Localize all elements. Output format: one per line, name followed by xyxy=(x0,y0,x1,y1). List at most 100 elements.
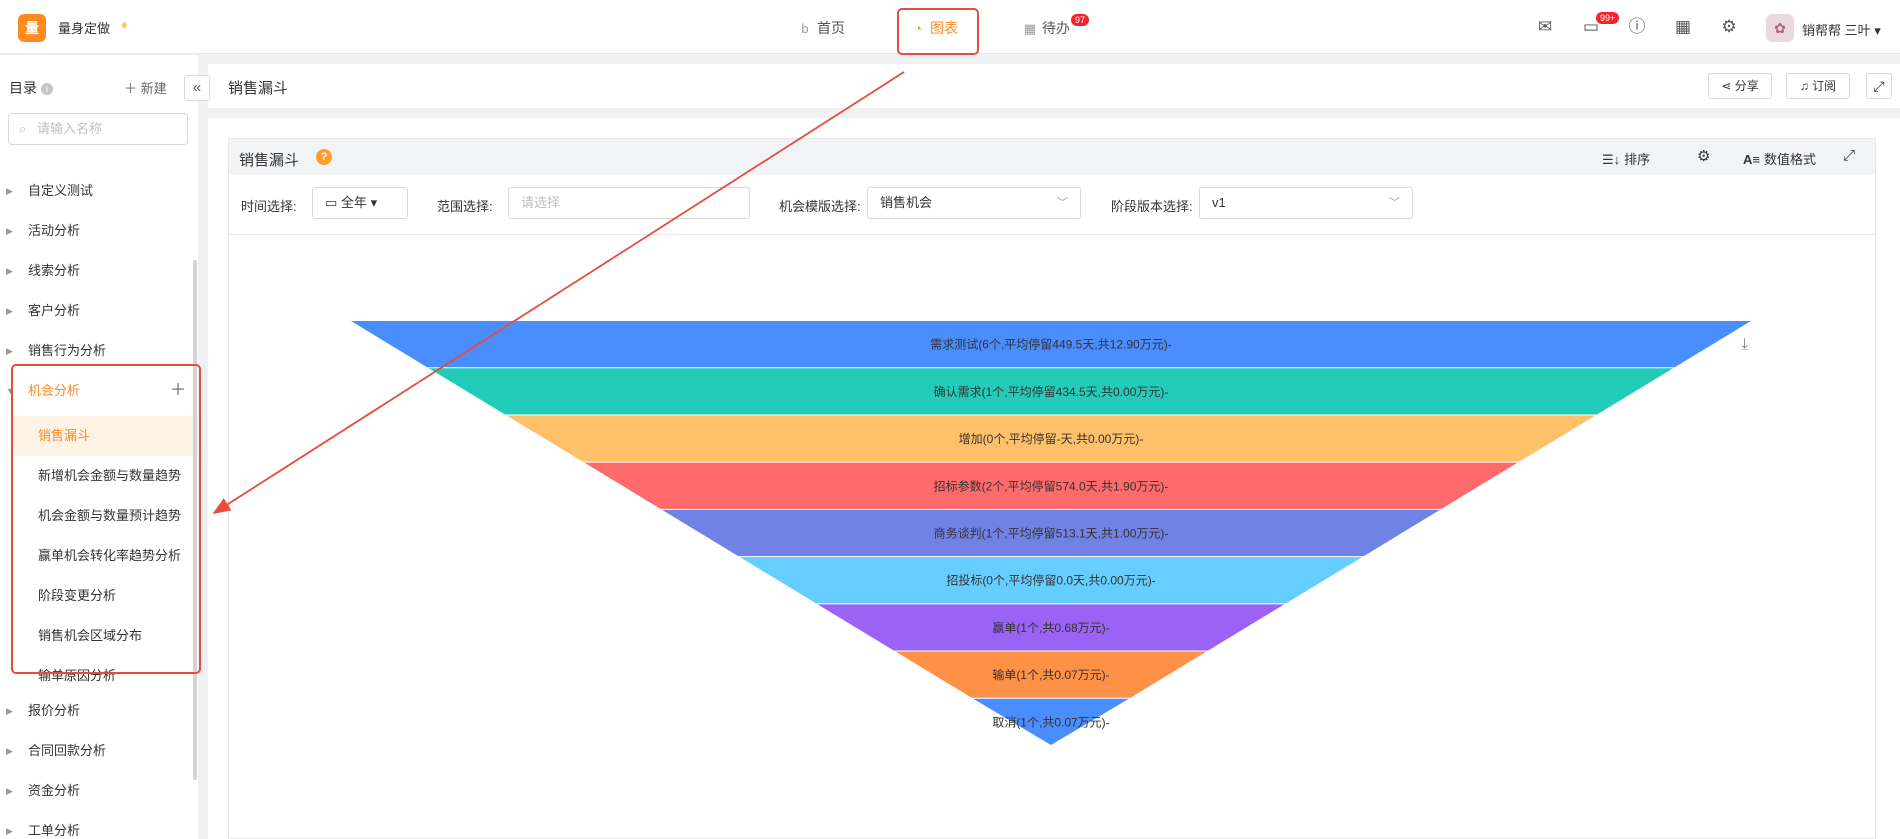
card-title: 销售漏斗 xyxy=(239,152,300,169)
caret-right-icon: ▶ xyxy=(6,746,13,756)
sidebar-item-leads[interactable]: ▶ 线索分析 xyxy=(0,257,196,285)
chart-card: 销售漏斗 ? ☰↓ 排序 ⚙ A≡ 数值格式 ⤢ 时间选择: ▭ 全年 ▾ 范围选择… xyxy=(228,138,1876,839)
sidebar-item-funds[interactable]: ▶ 资金分析 xyxy=(0,777,196,805)
stage-version-select[interactable]: v1 ﹀ xyxy=(1199,187,1413,219)
time-select[interactable]: ▭ 全年 ▾ xyxy=(312,187,408,219)
sidebar: 目录 i ＋ 新建 ⌕ 请输入名称 ▶ 自定义测试 ▶ 活动分析 ▶ 线索分析 ▶ 客户分析… xyxy=(0,55,198,839)
funnel-chart-area: 需求测试(6个,平均停留449.5天,共12.90万元)- 确认需求(1个,平均停… xyxy=(229,236,1875,839)
funnel-stage-label: 赢单(1个,共0.68万元)- xyxy=(992,620,1109,635)
new-button[interactable]: ＋ 新建 xyxy=(124,78,167,97)
highlight-box-chart xyxy=(897,8,979,55)
page-title: 销售漏斗 xyxy=(228,80,289,97)
sidebar-scrollbar[interactable] xyxy=(193,260,197,780)
stage-filter-label: 阶段版本选择: xyxy=(1111,199,1193,214)
sidebar-item-customers[interactable]: ▶ 客户分析 xyxy=(0,297,196,325)
user-avatar[interactable]: ✿ xyxy=(1766,14,1794,42)
chevron-down-icon: ▾ xyxy=(370,195,378,210)
search-input[interactable]: ⌕ 请输入名称 xyxy=(8,113,188,145)
caret-right-icon: ▶ xyxy=(6,826,13,836)
share-icon: ⋖ xyxy=(1721,79,1732,93)
diamond-icon: ♦ xyxy=(121,17,128,32)
catalog-title: 目录 i xyxy=(9,78,53,98)
sidebar-subitem[interactable]: 输单原因分析 xyxy=(12,656,198,696)
settings-gear-icon[interactable]: ⚙ xyxy=(1718,16,1740,38)
sidebar-subitem[interactable]: 销售机会区域分布 xyxy=(12,616,198,656)
sidebar-item-activity[interactable]: ▶ 活动分析 xyxy=(0,217,196,245)
sort-button[interactable]: ☰↓ 排序 xyxy=(1602,149,1650,168)
funnel-chart: 需求测试(6个,平均停留449.5天,共12.90万元)- 确认需求(1个,平均停… xyxy=(351,321,1751,745)
sidebar-item-custom-test[interactable]: ▶ 自定义测试 xyxy=(0,177,196,205)
caret-right-icon: ▶ xyxy=(6,226,13,236)
app-logo[interactable]: 量 xyxy=(18,14,46,42)
top-bar: 量 量身定做 ♦ b 首页 ◔ 图表 ▦ 待办 97 ✉ ▭ 99+ ⓘ ▦ ⚙ ✿ … xyxy=(0,0,1900,55)
sidebar-item-contracts[interactable]: ▶ 合同回款分析 xyxy=(0,737,196,765)
chevron-down-icon: ﹀ xyxy=(1057,197,1068,209)
funnel-stage-label: 商务谈判(1个,平均停留513.1天,共1.00万元)- xyxy=(934,526,1169,541)
home-icon: b xyxy=(801,21,809,36)
bell-icon: ♫ xyxy=(1799,79,1809,93)
nav-home-label: 首页 xyxy=(817,20,845,36)
help-icon[interactable]: ? xyxy=(316,149,332,165)
search-icon: ⌕ xyxy=(19,121,27,136)
help-icon[interactable]: ⓘ xyxy=(1626,16,1648,38)
nav-todo-label: 待办 xyxy=(1042,20,1070,36)
app-name[interactable]: 量身定做 xyxy=(58,18,110,37)
funnel-stage-label: 招标参数(2个,平均停留574.0天,共1.90万元)- xyxy=(934,478,1169,493)
sidebar-subitem[interactable]: 阶段变更分析 xyxy=(12,576,198,616)
add-report-icon[interactable]: ＋ xyxy=(170,377,186,405)
template-select[interactable]: 销售机会 ﹀ xyxy=(867,187,1081,219)
caret-right-icon: ▶ xyxy=(6,786,13,796)
template-filter-label: 机会模版选择: xyxy=(779,199,861,214)
caret-down-icon: ▼ xyxy=(6,386,15,396)
share-button[interactable]: ⋖ 分享 xyxy=(1708,73,1772,99)
nav-todo[interactable]: ▦ 待办 xyxy=(1022,18,1070,38)
chart-settings-icon[interactable]: ⚙ xyxy=(1697,147,1710,165)
apps-grid-icon[interactable]: ▦ xyxy=(1672,16,1694,38)
range-filter-label: 范围选择: xyxy=(437,199,493,214)
number-format-button[interactable]: A≡ 数值格式 xyxy=(1743,149,1816,168)
funnel-stage-label: 招投标(0个,平均停留0.0天,共0.00万元)- xyxy=(946,573,1155,588)
subscribe-button[interactable]: ♫ 订阅 xyxy=(1786,73,1850,99)
caret-right-icon: ▶ xyxy=(6,346,13,356)
download-icon[interactable]: ⤓ xyxy=(1741,336,1748,354)
sidebar-subitem[interactable]: 机会金额与数量预计趋势 xyxy=(12,496,198,536)
caret-right-icon: ▶ xyxy=(6,186,13,196)
calendar-icon: ▦ xyxy=(1023,21,1037,36)
funnel-stage-label: 增加(0个,平均停留-天,共0.00万元)- xyxy=(959,431,1144,446)
nav-home[interactable]: b 首页 xyxy=(797,18,845,38)
time-filter-label: 时间选择: xyxy=(241,199,297,214)
card-header: 销售漏斗 ? ☰↓ 排序 ⚙ A≡ 数值格式 ⤢ xyxy=(229,139,1875,175)
caret-right-icon: ▶ xyxy=(6,706,13,716)
collapse-sidebar-button[interactable]: « xyxy=(184,75,210,101)
sidebar-item-opportunity[interactable]: ▼ 机会分析＋ xyxy=(0,377,196,405)
info-icon[interactable]: i xyxy=(41,83,53,95)
chevron-down-icon: ﹀ xyxy=(1389,197,1400,209)
card-fullscreen-icon[interactable]: ⤢ xyxy=(1843,147,1855,164)
calendar-icon: ▭ xyxy=(325,195,338,210)
sidebar-item-workorders[interactable]: ▶ 工单分析 xyxy=(0,817,196,839)
sidebar-subitem[interactable]: 新增机会金额与数量趋势 xyxy=(12,456,198,496)
funnel-stage-label: 输单(1个,共0.07万元)- xyxy=(992,667,1109,682)
mail-icon[interactable]: ✉ xyxy=(1534,16,1556,38)
filter-bar: 时间选择: ▭ 全年 ▾ 范围选择: 请选择 机会模版选择: 销售机会 ﹀ 阶段版… xyxy=(229,175,1875,235)
sidebar-subitem-sales-funnel[interactable]: 销售漏斗 xyxy=(12,416,198,456)
main-header: 销售漏斗 ⋖ 分享 ♫ 订阅 ⤢ xyxy=(208,64,1900,108)
message-badge: 99+ xyxy=(1596,12,1620,24)
todo-badge: 97 xyxy=(1071,14,1090,26)
plus-icon: ＋ xyxy=(124,81,138,96)
funnel-stage-label: 取消(1个,共0.07万元)- xyxy=(992,715,1109,729)
text-format-icon: A≡ xyxy=(1743,152,1760,167)
caret-right-icon: ▶ xyxy=(6,266,13,276)
caret-right-icon: ▶ xyxy=(6,306,13,316)
sidebar-item-quotes[interactable]: ▶ 报价分析 xyxy=(0,697,196,725)
funnel-stage-label: 需求测试(6个,平均停留449.5天,共12.90万元)- xyxy=(930,337,1171,352)
content-area: 销售漏斗 ? ☰↓ 排序 ⚙ A≡ 数值格式 ⤢ 时间选择: ▭ 全年 ▾ 范围选择… xyxy=(208,118,1900,839)
fullscreen-icon[interactable]: ⤢ xyxy=(1866,73,1892,99)
sidebar-item-sales-behavior[interactable]: ▶ 销售行为分析 xyxy=(0,337,196,365)
range-select[interactable]: 请选择 xyxy=(508,187,750,219)
user-name[interactable]: 销帮帮 三叶 ▾ xyxy=(1802,20,1881,39)
funnel-stage-label: 确认需求(1个,平均停留434.5天,共0.00万元)- xyxy=(934,384,1169,399)
sidebar-subitem[interactable]: 赢单机会转化率趋势分析 xyxy=(12,536,198,576)
chevron-down-icon: ▾ xyxy=(1874,23,1881,38)
sort-icon: ☰↓ xyxy=(1602,152,1621,167)
